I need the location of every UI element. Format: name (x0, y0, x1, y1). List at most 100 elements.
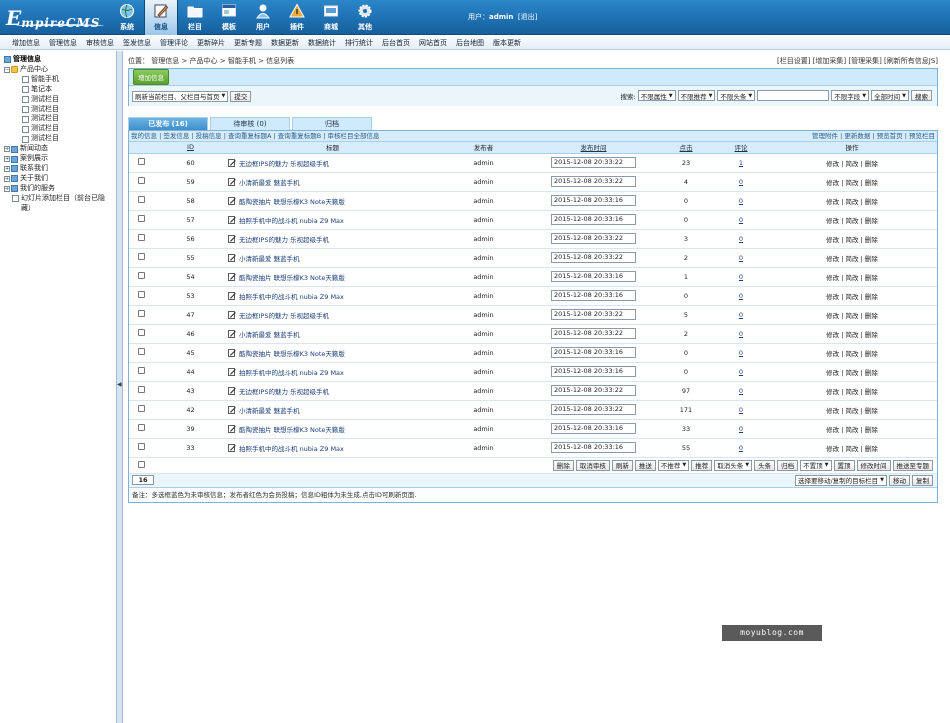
edit-link[interactable]: 修改 (826, 236, 839, 244)
quick-links-left[interactable]: 我的信息 | 签发信息 | 投稿信息 | 查询重复标题A | 查询重复标题B |… (131, 132, 380, 140)
row-comments[interactable]: 0 (739, 349, 743, 357)
row-time-field[interactable]: 2015-12-08 20:33:22 (551, 233, 636, 244)
attribute-select[interactable]: 不限属性 (637, 90, 676, 101)
delete-link[interactable]: 删除 (865, 179, 878, 187)
subnav-item-3[interactable]: 签发信息 (123, 38, 151, 48)
subnav-item-5[interactable]: 更新碎片 (197, 38, 225, 48)
quick-edit-link[interactable]: 简改 (846, 255, 859, 263)
row-time-field[interactable]: 2015-12-08 20:33:22 (551, 252, 636, 263)
row-title[interactable]: 酷陶瓷抽片 联想乐檬K3 Note天籁版 (239, 198, 345, 206)
row-id[interactable]: 45 (153, 343, 228, 363)
row-checkbox[interactable] (137, 272, 145, 279)
nav-item-3[interactable]: 模板 (212, 0, 246, 35)
tree-item[interactable]: 测试栏目 (4, 105, 116, 115)
row-title[interactable]: 拍照手机中的战斗机 nubia Z9 Max (239, 445, 344, 453)
tab-1[interactable]: 待审核 (0) (210, 117, 290, 130)
row-id[interactable]: 42 (153, 400, 228, 420)
delete-link[interactable]: 删除 (865, 350, 878, 358)
edit-link[interactable]: 修改 (826, 293, 839, 301)
row-comments[interactable]: 0 (739, 292, 743, 300)
row-checkbox[interactable] (137, 291, 145, 298)
copy-button[interactable]: 复制 (912, 474, 933, 486)
tree-item[interactable]: 测试栏目 (4, 95, 116, 105)
panel-splitter[interactable]: ◀ (117, 51, 123, 723)
edit-link[interactable]: 修改 (826, 369, 839, 377)
row-title[interactable]: 拍照手机中的战斗机 nubia Z9 Max (239, 293, 344, 301)
tree-item[interactable]: + 案例展示 (4, 154, 116, 164)
row-checkbox[interactable] (137, 196, 145, 203)
quick-links-right[interactable]: 管理附件 | 更新数据 | 预览首页 | 预览栏目 (812, 131, 935, 142)
bulk-button-3[interactable]: 推送 (634, 459, 656, 471)
quick-edit-link[interactable]: 简改 (846, 179, 859, 187)
row-checkbox[interactable] (137, 310, 145, 317)
col-id[interactable]: ID (153, 142, 228, 154)
tree-item[interactable]: 笔记本 (4, 85, 116, 95)
column-links[interactable]: [栏目设置] [增加采集] [管理采集] [刷新所有信息JS] (777, 56, 938, 66)
submit-button[interactable]: 提交 (230, 90, 252, 102)
select-all-checkbox[interactable] (137, 460, 145, 468)
delete-link[interactable]: 删除 (865, 312, 878, 320)
subnav-item-6[interactable]: 更新专题 (234, 38, 262, 48)
row-checkbox[interactable] (137, 215, 145, 222)
bulk-button-2[interactable]: 刷新 (611, 459, 633, 471)
nav-item-7[interactable]: 其他 (348, 0, 382, 35)
row-checkbox[interactable] (137, 158, 145, 165)
row-id[interactable]: 46 (153, 324, 228, 344)
expand-icon[interactable]: + (4, 146, 10, 153)
quick-edit-link[interactable]: 简改 (846, 312, 859, 320)
col-time[interactable]: 发布时间 (530, 142, 657, 154)
row-checkbox[interactable] (137, 443, 145, 450)
row-comments[interactable]: 0 (739, 368, 743, 376)
row-comments[interactable]: 0 (739, 235, 743, 243)
row-id[interactable]: 47 (153, 305, 228, 325)
subnav-item-11[interactable]: 网站首页 (419, 38, 447, 48)
nav-item-0[interactable]: 系统 (110, 0, 144, 35)
bulk-button-7[interactable]: 头条 (754, 459, 776, 471)
edit-link[interactable]: 修改 (826, 350, 839, 358)
quick-edit-link[interactable]: 简改 (846, 350, 859, 358)
row-comments[interactable]: 0 (739, 444, 743, 452)
quick-edit-link[interactable]: 简改 (846, 407, 859, 415)
row-id[interactable]: 60 (153, 153, 228, 173)
row-time-field[interactable]: 2015-12-08 20:33:22 (551, 176, 636, 187)
tree-item[interactable]: 测试栏目 (4, 114, 116, 124)
edit-link[interactable]: 修改 (826, 179, 839, 187)
row-comments[interactable]: 0 (739, 406, 743, 414)
row-title[interactable]: 小清新最爱 魅蓝手机 (239, 179, 300, 187)
expand-icon[interactable]: + (4, 165, 10, 172)
quick-edit-link[interactable]: 简改 (846, 331, 859, 339)
delete-link[interactable]: 删除 (865, 369, 878, 377)
delete-link[interactable]: 删除 (865, 426, 878, 434)
row-title[interactable]: 小清新最爱 魅蓝手机 (239, 331, 300, 339)
subnav-item-4[interactable]: 管理评论 (160, 38, 188, 48)
tree-item[interactable]: 藏） (4, 204, 116, 214)
subnav-item-7[interactable]: 数据更新 (271, 38, 299, 48)
row-title[interactable]: 小清新最爱 魅蓝手机 (239, 255, 300, 263)
edit-link[interactable]: 修改 (826, 331, 839, 339)
quick-edit-link[interactable]: 简改 (846, 388, 859, 396)
row-comments[interactable]: 0 (739, 216, 743, 224)
row-id[interactable]: 59 (153, 172, 228, 192)
row-checkbox[interactable] (137, 177, 145, 184)
row-time-field[interactable]: 2015-12-08 20:33:16 (551, 195, 636, 206)
row-title[interactable]: 无边框IPS的魅力 乐视超级手机 (239, 236, 329, 244)
tree-item[interactable]: + 新闻动态 (4, 144, 116, 154)
tree-root[interactable]: 管理信息 (4, 55, 116, 65)
row-title[interactable]: 无边框IPS的魅力 乐视超级手机 (239, 312, 329, 320)
move-button[interactable]: 移动 (889, 474, 910, 486)
edit-link[interactable]: 修改 (826, 388, 839, 396)
row-comments[interactable]: 0 (739, 311, 743, 319)
edit-link[interactable]: 修改 (826, 312, 839, 320)
delete-link[interactable]: 删除 (865, 388, 878, 396)
delete-link[interactable]: 删除 (865, 217, 878, 225)
recommend-select[interactable]: 不限推荐 (677, 90, 716, 101)
row-title[interactable]: 拍照手机中的战斗机 nubia Z9 Max (239, 217, 344, 225)
row-time-field[interactable]: 2015-12-08 20:33:16 (551, 442, 636, 453)
bulk-select-4[interactable]: 不推荐 (657, 459, 690, 471)
time-select[interactable]: 全部时间 (871, 90, 909, 101)
subnav-item-0[interactable]: 增加信息 (12, 38, 40, 48)
row-comments[interactable]: 0 (739, 273, 743, 281)
col-clicks[interactable]: 点击 (657, 142, 715, 154)
row-checkbox[interactable] (137, 234, 145, 241)
row-comments[interactable]: 0 (739, 254, 743, 262)
